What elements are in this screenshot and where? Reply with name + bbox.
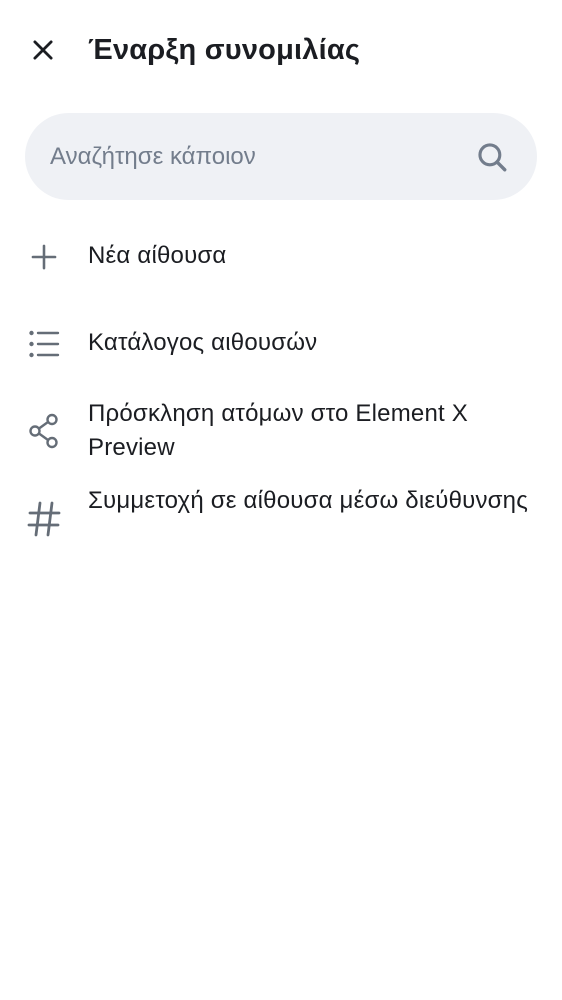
menu-item-new-room[interactable]: Νέα αίθουσα [0, 230, 562, 284]
menu-item-label: Συμμετοχή σε αίθουσα μέσω διεύθυνσης [88, 487, 528, 514]
page-title: Έναρξη συνομιλίας [88, 34, 361, 66]
search-bar[interactable] [25, 113, 537, 200]
search-input[interactable] [50, 113, 470, 200]
top-app-bar: Έναρξη συνομιλίας [0, 0, 562, 100]
close-icon [33, 40, 53, 60]
search-icon[interactable] [475, 140, 509, 174]
menu-item-join-by-address[interactable]: Συμμετοχή σε αίθουσα μέσω διεύθυνσης [0, 483, 562, 555]
menu-item-label: Νέα αίθουσα [88, 242, 227, 269]
hash-icon [24, 499, 64, 539]
close-button[interactable] [19, 26, 67, 74]
menu-item-invite-people[interactable]: Πρόσκληση ατόμων στο Element X Preview [0, 396, 562, 468]
share-icon [24, 411, 64, 451]
menu-item-room-directory[interactable]: Κατάλογος αιθουσών [0, 318, 562, 372]
menu-item-label: Κατάλογος αιθουσών [88, 329, 318, 356]
list-icon [24, 324, 64, 364]
menu-item-label: Πρόσκληση ατόμων στο Element X Preview [88, 400, 468, 461]
plus-icon [24, 237, 64, 277]
